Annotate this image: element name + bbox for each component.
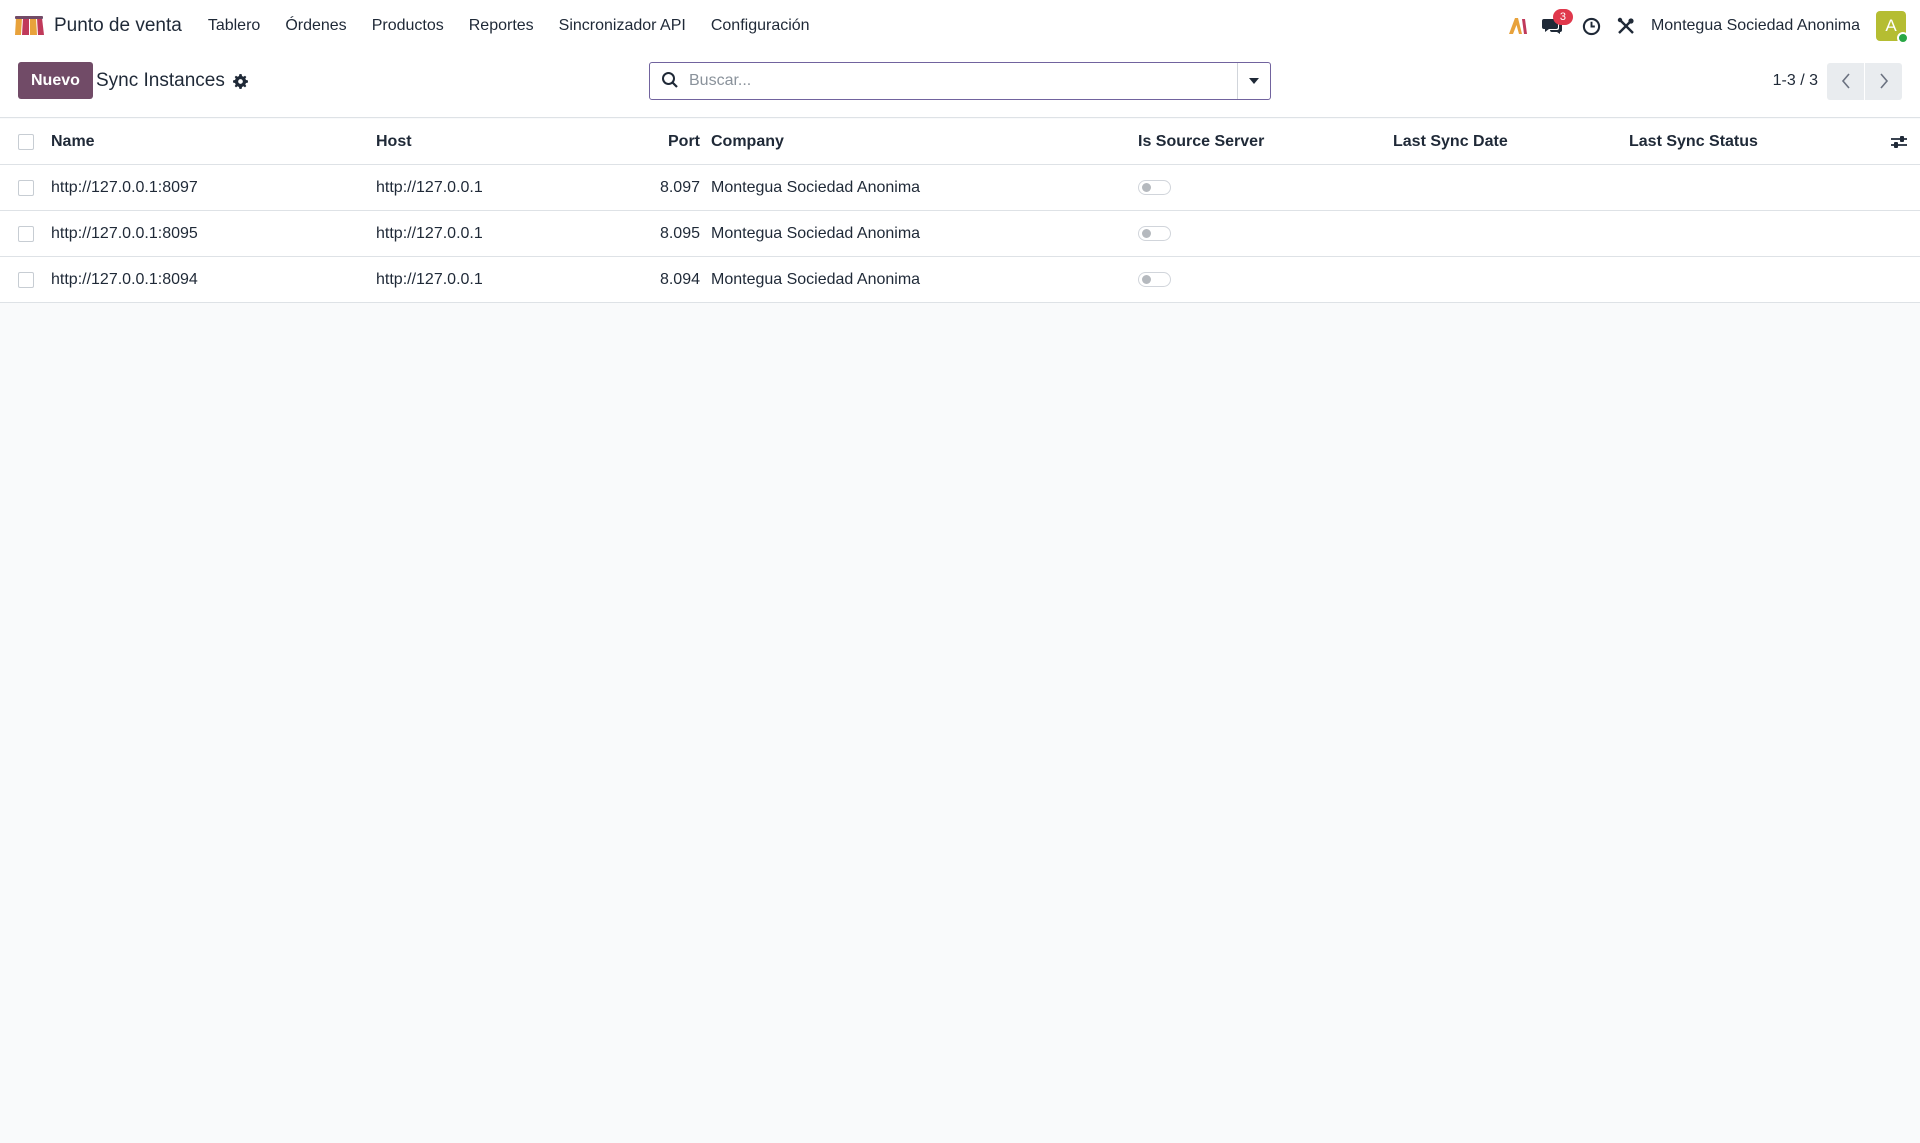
- pager-previous-button[interactable]: [1827, 62, 1864, 100]
- row-checkbox[interactable]: [18, 271, 34, 288]
- table-row[interactable]: http://127.0.0.1:8097 http://127.0.0.1 8…: [0, 165, 1920, 211]
- pager-next-button[interactable]: [1865, 62, 1902, 100]
- menu-item-ordenes[interactable]: Órdenes: [285, 17, 346, 35]
- chevron-right-icon: [1879, 73, 1888, 89]
- cell-company: Montegua Sociedad Anonima: [711, 178, 921, 196]
- row-checkbox[interactable]: [18, 179, 34, 196]
- cell-port: 8.095: [659, 224, 700, 242]
- avatar-letter: A: [1885, 16, 1897, 35]
- company-switcher[interactable]: Montegua Sociedad Anonima: [1651, 17, 1860, 35]
- row-checkbox[interactable]: [18, 225, 34, 242]
- cell-name: http://127.0.0.1:8097: [51, 178, 198, 196]
- column-header-last-sync-status[interactable]: Last Sync Status: [1629, 133, 1758, 151]
- cell-company: Montegua Sociedad Anonima: [711, 270, 921, 288]
- caret-down-icon: [1249, 78, 1259, 84]
- cell-port: 8.094: [659, 270, 700, 288]
- column-header-is-source-server[interactable]: Is Source Server: [1138, 133, 1264, 151]
- search-options-toggle[interactable]: [1237, 63, 1270, 99]
- table-row[interactable]: http://127.0.0.1:8094 http://127.0.0.1 8…: [0, 257, 1920, 303]
- column-header-last-sync-date[interactable]: Last Sync Date: [1393, 133, 1508, 151]
- menu-item-tablero[interactable]: Tablero: [208, 17, 260, 35]
- cell-host: http://127.0.0.1: [376, 224, 483, 242]
- new-button[interactable]: Nuevo: [18, 62, 93, 99]
- pager-value[interactable]: 1-3 / 3: [1773, 72, 1818, 90]
- pager: 1-3 / 3: [1773, 62, 1902, 100]
- chat-badge: 3: [1552, 9, 1573, 25]
- cell-company: Montegua Sociedad Anonima: [711, 224, 921, 242]
- is-source-server-toggle[interactable]: [1138, 226, 1171, 241]
- cell-host: http://127.0.0.1: [376, 270, 483, 288]
- column-header-host[interactable]: Host: [376, 133, 412, 151]
- navbar-systray: 3 Montegua Sociedad Anonima A: [1495, 9, 1909, 44]
- chat-icon[interactable]: 3: [1541, 9, 1573, 37]
- pos-app-icon[interactable]: [14, 15, 44, 37]
- menu-item-productos[interactable]: Productos: [372, 17, 444, 35]
- is-source-server-toggle[interactable]: [1138, 272, 1171, 287]
- breadcrumb: Sync Instances: [96, 70, 248, 92]
- online-status-dot: [1897, 32, 1909, 44]
- chevron-left-icon: [1841, 73, 1850, 89]
- search-icon: [661, 71, 681, 91]
- column-header-name[interactable]: Name: [51, 133, 95, 151]
- menu-item-reportes[interactable]: Reportes: [469, 17, 534, 35]
- search-input[interactable]: [689, 72, 1237, 90]
- user-avatar[interactable]: A: [1876, 11, 1909, 44]
- gear-icon[interactable]: [232, 73, 248, 89]
- select-all-checkbox[interactable]: [18, 133, 34, 150]
- ai-assistant-icon[interactable]: [1507, 15, 1529, 37]
- tools-icon[interactable]: [1615, 15, 1637, 37]
- app-name[interactable]: Punto de venta: [54, 15, 182, 37]
- page-title: Sync Instances: [96, 70, 225, 91]
- control-panel: Nuevo Sync Instances 1-3 / 3: [0, 52, 1920, 118]
- sync-instances-list: Name Host Port Company Is Source Server …: [0, 119, 1920, 303]
- top-navbar: Punto de venta Tablero Órdenes Productos…: [0, 0, 1920, 52]
- column-header-company[interactable]: Company: [711, 133, 784, 151]
- main-menu: Tablero Órdenes Productos Reportes Sincr…: [208, 17, 835, 35]
- table-row[interactable]: http://127.0.0.1:8095 http://127.0.0.1 8…: [0, 211, 1920, 257]
- search-box: [649, 62, 1271, 100]
- column-header-port[interactable]: Port: [668, 133, 700, 151]
- cell-host: http://127.0.0.1: [376, 178, 483, 196]
- cell-port: 8.097: [659, 178, 700, 196]
- menu-item-sincronizador-api[interactable]: Sincronizador API: [559, 17, 686, 35]
- menu-item-configuracion[interactable]: Configuración: [711, 17, 810, 35]
- optional-columns-icon[interactable]: [1890, 134, 1908, 150]
- cell-name: http://127.0.0.1:8095: [51, 224, 198, 242]
- table-header-row: Name Host Port Company Is Source Server …: [0, 119, 1920, 165]
- clock-icon[interactable]: [1581, 15, 1603, 37]
- is-source-server-toggle[interactable]: [1138, 180, 1171, 195]
- cell-name: http://127.0.0.1:8094: [51, 270, 198, 288]
